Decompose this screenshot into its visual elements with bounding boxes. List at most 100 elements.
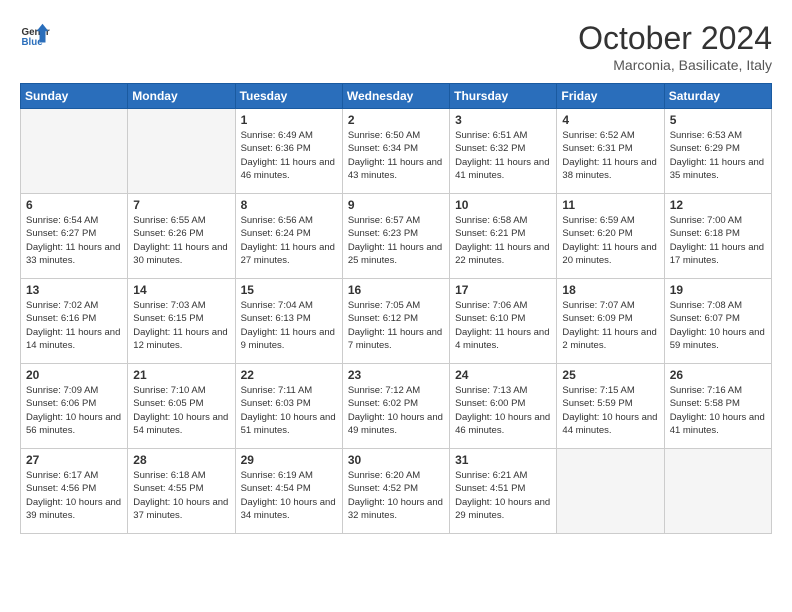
day-info: Sunrise: 6:56 AM Sunset: 6:24 PM Dayligh… — [241, 214, 337, 267]
day-number: 3 — [455, 113, 551, 127]
day-info: Sunrise: 7:04 AM Sunset: 6:13 PM Dayligh… — [241, 299, 337, 352]
day-info: Sunrise: 7:11 AM Sunset: 6:03 PM Dayligh… — [241, 384, 337, 437]
calendar-day-cell: 17 Sunrise: 7:06 AM Sunset: 6:10 PM Dayl… — [450, 279, 557, 364]
day-info: Sunrise: 6:21 AM Sunset: 4:51 PM Dayligh… — [455, 469, 551, 522]
calendar-day-cell: 19 Sunrise: 7:08 AM Sunset: 6:07 PM Dayl… — [664, 279, 771, 364]
calendar-day-cell — [128, 109, 235, 194]
day-info: Sunrise: 7:06 AM Sunset: 6:10 PM Dayligh… — [455, 299, 551, 352]
day-info: Sunrise: 7:00 AM Sunset: 6:18 PM Dayligh… — [670, 214, 766, 267]
day-header: Monday — [128, 84, 235, 109]
day-number: 14 — [133, 283, 229, 297]
day-number: 30 — [348, 453, 444, 467]
day-info: Sunrise: 6:51 AM Sunset: 6:32 PM Dayligh… — [455, 129, 551, 182]
calendar-day-cell: 27 Sunrise: 6:17 AM Sunset: 4:56 PM Dayl… — [21, 449, 128, 534]
day-info: Sunrise: 6:50 AM Sunset: 6:34 PM Dayligh… — [348, 129, 444, 182]
day-info: Sunrise: 7:05 AM Sunset: 6:12 PM Dayligh… — [348, 299, 444, 352]
logo: General Blue — [20, 20, 50, 50]
day-info: Sunrise: 6:59 AM Sunset: 6:20 PM Dayligh… — [562, 214, 658, 267]
day-number: 24 — [455, 368, 551, 382]
day-info: Sunrise: 6:55 AM Sunset: 6:26 PM Dayligh… — [133, 214, 229, 267]
calendar-day-cell: 2 Sunrise: 6:50 AM Sunset: 6:34 PM Dayli… — [342, 109, 449, 194]
day-info: Sunrise: 7:08 AM Sunset: 6:07 PM Dayligh… — [670, 299, 766, 352]
calendar-header-row: SundayMondayTuesdayWednesdayThursdayFrid… — [21, 84, 772, 109]
calendar-day-cell: 24 Sunrise: 7:13 AM Sunset: 6:00 PM Dayl… — [450, 364, 557, 449]
day-number: 22 — [241, 368, 337, 382]
day-info: Sunrise: 6:19 AM Sunset: 4:54 PM Dayligh… — [241, 469, 337, 522]
day-info: Sunrise: 7:09 AM Sunset: 6:06 PM Dayligh… — [26, 384, 122, 437]
calendar-day-cell: 15 Sunrise: 7:04 AM Sunset: 6:13 PM Dayl… — [235, 279, 342, 364]
calendar-day-cell: 9 Sunrise: 6:57 AM Sunset: 6:23 PM Dayli… — [342, 194, 449, 279]
day-number: 28 — [133, 453, 229, 467]
day-info: Sunrise: 6:52 AM Sunset: 6:31 PM Dayligh… — [562, 129, 658, 182]
title-block: October 2024 Marconia, Basilicate, Italy — [578, 20, 772, 73]
day-header: Wednesday — [342, 84, 449, 109]
day-header: Tuesday — [235, 84, 342, 109]
calendar-day-cell: 22 Sunrise: 7:11 AM Sunset: 6:03 PM Dayl… — [235, 364, 342, 449]
calendar-day-cell: 26 Sunrise: 7:16 AM Sunset: 5:58 PM Dayl… — [664, 364, 771, 449]
calendar-day-cell: 25 Sunrise: 7:15 AM Sunset: 5:59 PM Dayl… — [557, 364, 664, 449]
calendar-day-cell: 5 Sunrise: 6:53 AM Sunset: 6:29 PM Dayli… — [664, 109, 771, 194]
day-number: 19 — [670, 283, 766, 297]
calendar-day-cell: 31 Sunrise: 6:21 AM Sunset: 4:51 PM Dayl… — [450, 449, 557, 534]
day-number: 4 — [562, 113, 658, 127]
day-number: 26 — [670, 368, 766, 382]
day-info: Sunrise: 7:02 AM Sunset: 6:16 PM Dayligh… — [26, 299, 122, 352]
calendar-week-row: 27 Sunrise: 6:17 AM Sunset: 4:56 PM Dayl… — [21, 449, 772, 534]
day-number: 10 — [455, 198, 551, 212]
day-number: 12 — [670, 198, 766, 212]
day-number: 31 — [455, 453, 551, 467]
page-header: General Blue October 2024 Marconia, Basi… — [20, 20, 772, 73]
day-number: 8 — [241, 198, 337, 212]
calendar-day-cell: 12 Sunrise: 7:00 AM Sunset: 6:18 PM Dayl… — [664, 194, 771, 279]
day-number: 6 — [26, 198, 122, 212]
calendar-day-cell: 4 Sunrise: 6:52 AM Sunset: 6:31 PM Dayli… — [557, 109, 664, 194]
calendar-day-cell: 11 Sunrise: 6:59 AM Sunset: 6:20 PM Dayl… — [557, 194, 664, 279]
calendar-day-cell: 23 Sunrise: 7:12 AM Sunset: 6:02 PM Dayl… — [342, 364, 449, 449]
calendar-day-cell: 18 Sunrise: 7:07 AM Sunset: 6:09 PM Dayl… — [557, 279, 664, 364]
calendar-day-cell — [557, 449, 664, 534]
day-info: Sunrise: 7:16 AM Sunset: 5:58 PM Dayligh… — [670, 384, 766, 437]
day-number: 11 — [562, 198, 658, 212]
day-number: 23 — [348, 368, 444, 382]
calendar-day-cell: 14 Sunrise: 7:03 AM Sunset: 6:15 PM Dayl… — [128, 279, 235, 364]
day-number: 17 — [455, 283, 551, 297]
day-number: 2 — [348, 113, 444, 127]
day-number: 20 — [26, 368, 122, 382]
day-info: Sunrise: 6:17 AM Sunset: 4:56 PM Dayligh… — [26, 469, 122, 522]
calendar-week-row: 13 Sunrise: 7:02 AM Sunset: 6:16 PM Dayl… — [21, 279, 772, 364]
day-info: Sunrise: 6:18 AM Sunset: 4:55 PM Dayligh… — [133, 469, 229, 522]
day-info: Sunrise: 6:58 AM Sunset: 6:21 PM Dayligh… — [455, 214, 551, 267]
day-header: Thursday — [450, 84, 557, 109]
day-info: Sunrise: 6:53 AM Sunset: 6:29 PM Dayligh… — [670, 129, 766, 182]
day-number: 5 — [670, 113, 766, 127]
calendar-day-cell: 3 Sunrise: 6:51 AM Sunset: 6:32 PM Dayli… — [450, 109, 557, 194]
day-header: Friday — [557, 84, 664, 109]
calendar-week-row: 1 Sunrise: 6:49 AM Sunset: 6:36 PM Dayli… — [21, 109, 772, 194]
calendar-day-cell: 30 Sunrise: 6:20 AM Sunset: 4:52 PM Dayl… — [342, 449, 449, 534]
day-info: Sunrise: 7:12 AM Sunset: 6:02 PM Dayligh… — [348, 384, 444, 437]
calendar-day-cell — [21, 109, 128, 194]
calendar-day-cell: 16 Sunrise: 7:05 AM Sunset: 6:12 PM Dayl… — [342, 279, 449, 364]
day-number: 7 — [133, 198, 229, 212]
calendar-day-cell: 6 Sunrise: 6:54 AM Sunset: 6:27 PM Dayli… — [21, 194, 128, 279]
calendar-day-cell: 20 Sunrise: 7:09 AM Sunset: 6:06 PM Dayl… — [21, 364, 128, 449]
day-info: Sunrise: 6:54 AM Sunset: 6:27 PM Dayligh… — [26, 214, 122, 267]
month-title: October 2024 — [578, 20, 772, 57]
calendar-week-row: 6 Sunrise: 6:54 AM Sunset: 6:27 PM Dayli… — [21, 194, 772, 279]
day-number: 25 — [562, 368, 658, 382]
calendar-week-row: 20 Sunrise: 7:09 AM Sunset: 6:06 PM Dayl… — [21, 364, 772, 449]
calendar-day-cell: 28 Sunrise: 6:18 AM Sunset: 4:55 PM Dayl… — [128, 449, 235, 534]
day-info: Sunrise: 7:15 AM Sunset: 5:59 PM Dayligh… — [562, 384, 658, 437]
day-info: Sunrise: 6:57 AM Sunset: 6:23 PM Dayligh… — [348, 214, 444, 267]
day-number: 13 — [26, 283, 122, 297]
logo-icon: General Blue — [20, 20, 50, 50]
calendar-day-cell: 10 Sunrise: 6:58 AM Sunset: 6:21 PM Dayl… — [450, 194, 557, 279]
day-number: 21 — [133, 368, 229, 382]
calendar-day-cell: 21 Sunrise: 7:10 AM Sunset: 6:05 PM Dayl… — [128, 364, 235, 449]
calendar-table: SundayMondayTuesdayWednesdayThursdayFrid… — [20, 83, 772, 534]
day-number: 18 — [562, 283, 658, 297]
calendar-day-cell: 29 Sunrise: 6:19 AM Sunset: 4:54 PM Dayl… — [235, 449, 342, 534]
calendar-day-cell: 7 Sunrise: 6:55 AM Sunset: 6:26 PM Dayli… — [128, 194, 235, 279]
calendar-day-cell: 1 Sunrise: 6:49 AM Sunset: 6:36 PM Dayli… — [235, 109, 342, 194]
calendar-day-cell — [664, 449, 771, 534]
